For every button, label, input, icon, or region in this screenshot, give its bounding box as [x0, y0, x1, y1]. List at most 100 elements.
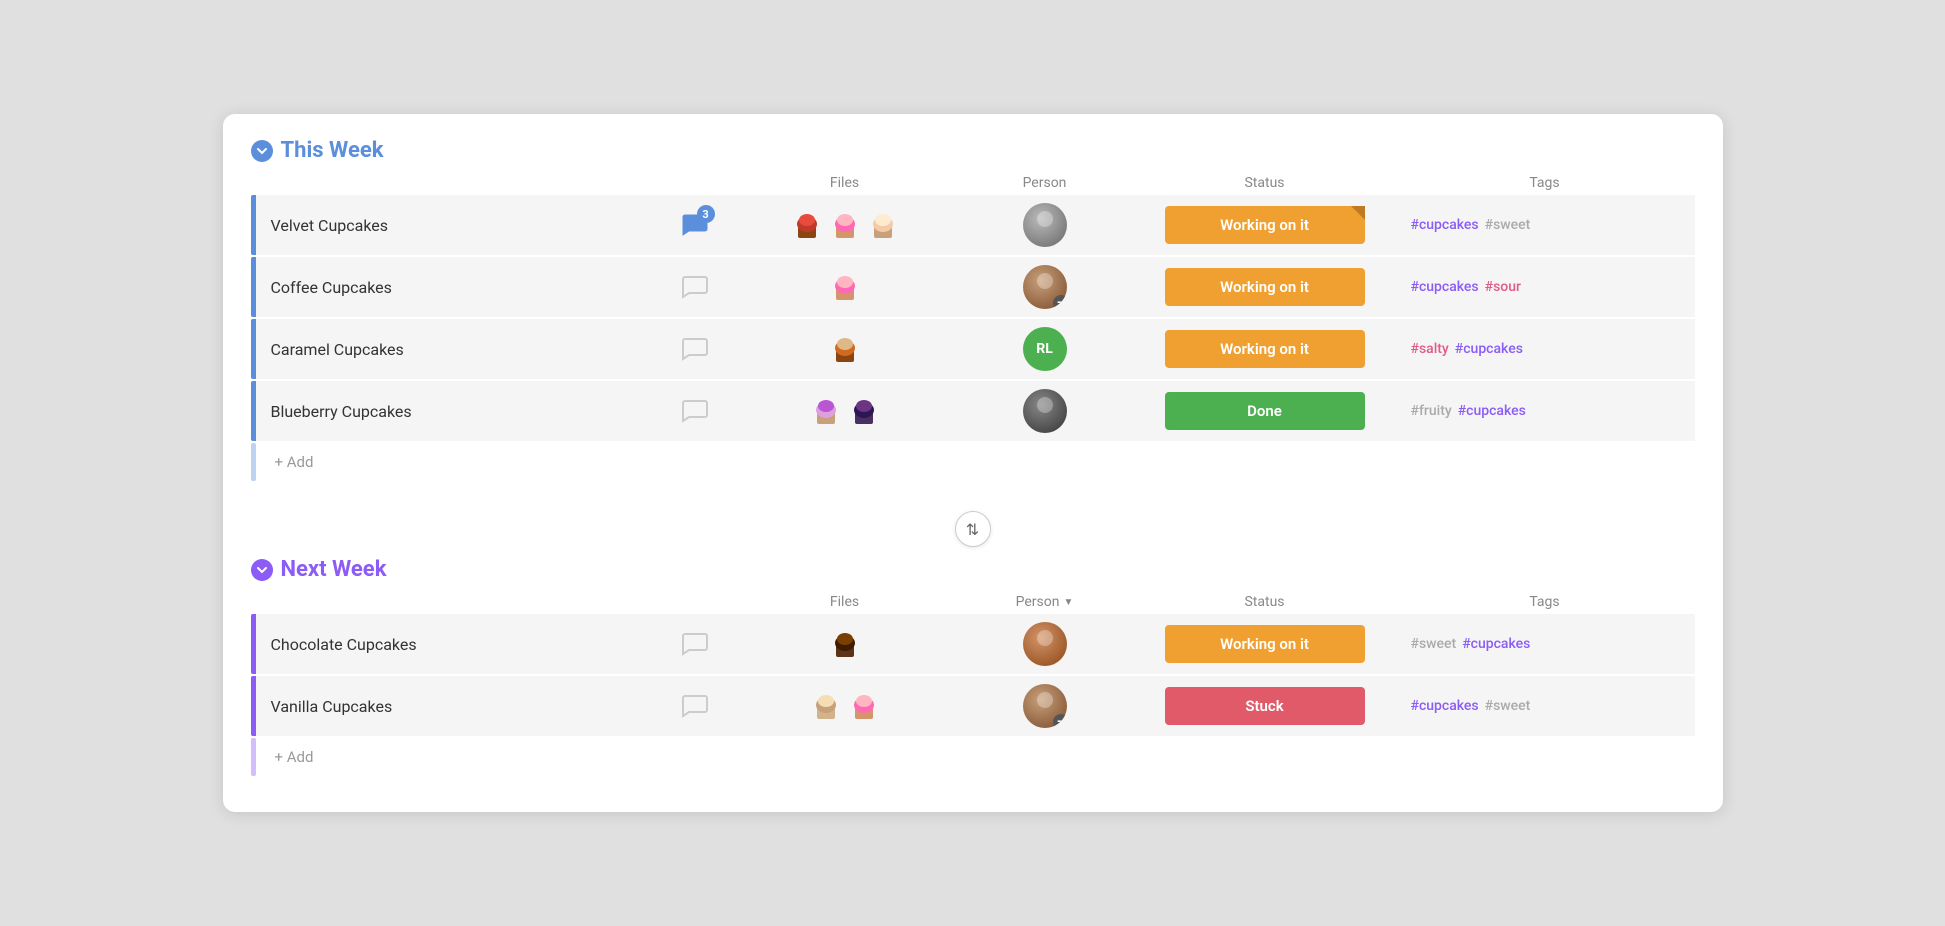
file-thumbnail	[866, 208, 900, 242]
col-header-files: Files	[735, 175, 955, 191]
tags-cell: #salty #cupcakes	[1395, 341, 1695, 357]
section-title: This Week	[281, 138, 384, 163]
row-title: Coffee Cupcakes	[251, 278, 655, 297]
comment-cell[interactable]: 3	[655, 209, 735, 241]
comment-icon[interactable]	[679, 690, 711, 722]
col-header-empty	[655, 175, 735, 191]
status-cell[interactable]: Working on it	[1135, 625, 1395, 663]
add-row-button[interactable]: + Add	[251, 738, 1695, 776]
col-header-files: Files	[735, 594, 955, 610]
tags-cell: #cupcakes #sour	[1395, 279, 1695, 295]
avatar	[1023, 389, 1067, 433]
row-title: Caramel Cupcakes	[251, 340, 655, 359]
file-thumbnail	[847, 689, 881, 723]
person-cell	[955, 622, 1135, 666]
comment-badge: 3	[697, 205, 715, 223]
section-next-week: Next Week Files Person ▼ Status Tags Cho…	[251, 557, 1695, 776]
table-row: Chocolate Cupcakes Working on it #sweet #…	[251, 614, 1695, 674]
tag: #sweet	[1485, 698, 1531, 714]
comment-cell[interactable]	[655, 271, 735, 303]
col-header-tags: Tags	[1395, 175, 1695, 191]
comment-cell[interactable]	[655, 628, 735, 660]
files-cell	[735, 689, 955, 723]
tag: #salty	[1411, 341, 1449, 357]
tag: #cupcakes	[1411, 279, 1479, 295]
files-cell	[735, 208, 955, 242]
row-bar	[251, 614, 256, 674]
file-thumbnail	[790, 208, 824, 242]
tag: #sweet	[1411, 636, 1457, 652]
sort-button[interactable]: ⇅	[955, 511, 991, 547]
table-row: Velvet Cupcakes 3	[251, 195, 1695, 255]
status-cell[interactable]: Stuck	[1135, 687, 1395, 725]
tag: #cupcakes	[1458, 403, 1526, 419]
person-cell	[955, 203, 1135, 247]
row-title: Velvet Cupcakes	[251, 216, 655, 235]
file-thumbnail	[809, 394, 843, 428]
status-badge[interactable]: Stuck	[1165, 687, 1365, 725]
column-headers: Files Person Status Tags	[251, 171, 1695, 195]
divider-area: ⇅	[251, 493, 1695, 557]
status-badge[interactable]: Working on it	[1165, 206, 1365, 244]
row-title: Chocolate Cupcakes	[251, 635, 655, 654]
status-badge[interactable]: Working on it	[1165, 330, 1365, 368]
file-thumbnail	[828, 270, 862, 304]
files-cell	[735, 270, 955, 304]
file-thumbnail	[828, 332, 862, 366]
comment-icon[interactable]	[679, 628, 711, 660]
tag: #cupcakes	[1411, 698, 1479, 714]
tag: #cupcakes	[1411, 217, 1479, 233]
add-row-button[interactable]: + Add	[251, 443, 1695, 481]
file-thumbnail	[847, 394, 881, 428]
tag: #cupcakes	[1455, 341, 1523, 357]
status-cell[interactable]: Working on it	[1135, 330, 1395, 368]
table-row: Coffee Cupcakes Working on it #cupcakes#…	[251, 257, 1695, 317]
col-header-empty	[655, 594, 735, 610]
table-row: Vanilla Cupcakes Stuck #cupcakes #sweet	[251, 676, 1695, 736]
chevron-down-icon	[256, 145, 268, 157]
collapse-button[interactable]	[251, 559, 273, 581]
comment-cell[interactable]	[655, 690, 735, 722]
tags-cell: #cupcakes #sweet	[1395, 698, 1695, 714]
person-cell	[955, 684, 1135, 728]
table-row: Blueberry Cupcakes Done #fruity#cupcakes	[251, 381, 1695, 441]
person-cell	[955, 265, 1135, 309]
row-bar	[251, 257, 256, 317]
col-header-tags: Tags	[1395, 594, 1695, 610]
collapse-button[interactable]	[251, 140, 273, 162]
status-cell[interactable]: Working on it	[1135, 206, 1395, 244]
files-cell	[735, 627, 955, 661]
col-header-name	[279, 175, 655, 191]
row-bar	[251, 195, 256, 255]
col-header-name	[279, 594, 655, 610]
status-badge[interactable]: Working on it	[1165, 268, 1365, 306]
comment-icon[interactable]	[679, 271, 711, 303]
column-headers: Files Person ▼ Status Tags	[251, 590, 1695, 614]
status-badge[interactable]: Done	[1165, 392, 1365, 430]
tags-cell: #fruity#cupcakes	[1395, 403, 1695, 419]
tag: #sour	[1485, 279, 1521, 295]
comment-button[interactable]: 3	[679, 209, 711, 241]
status-cell[interactable]: Done	[1135, 392, 1395, 430]
dropdown-arrow[interactable]: ▼	[1063, 597, 1073, 608]
person-cell: RL	[955, 327, 1135, 371]
comment-icon[interactable]	[679, 333, 711, 365]
tags-cell: #cupcakes#sweet	[1395, 217, 1695, 233]
row-title: Vanilla Cupcakes	[251, 697, 655, 716]
file-thumbnail	[809, 689, 843, 723]
row-title: Blueberry Cupcakes	[251, 402, 655, 421]
section-this-week: This Week Files Person Status Tags Velve…	[251, 138, 1695, 481]
files-cell	[735, 332, 955, 366]
col-header-person: Person	[955, 175, 1135, 191]
comment-icon[interactable]	[679, 395, 711, 427]
status-badge[interactable]: Working on it	[1165, 625, 1365, 663]
tag: #cupcakes	[1462, 636, 1530, 652]
row-bar	[251, 381, 256, 441]
comment-cell[interactable]	[655, 395, 735, 427]
avatar	[1023, 265, 1067, 309]
file-thumbnail	[828, 627, 862, 661]
avatar	[1023, 622, 1067, 666]
status-cell[interactable]: Working on it	[1135, 268, 1395, 306]
avatar: RL	[1023, 327, 1067, 371]
comment-cell[interactable]	[655, 333, 735, 365]
